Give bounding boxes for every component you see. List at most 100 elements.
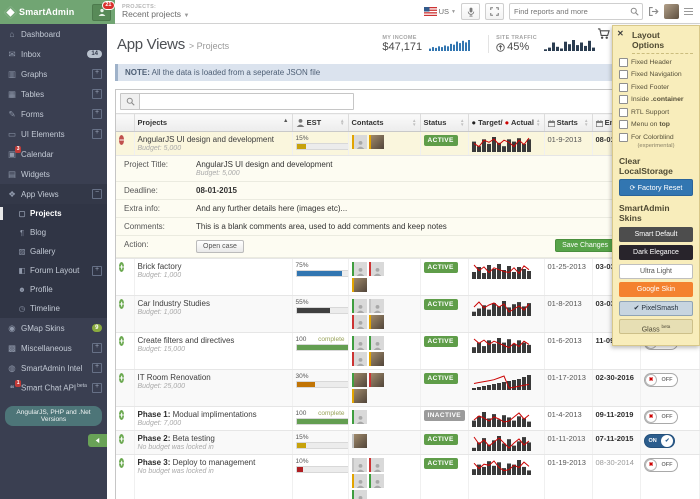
contact-avatar[interactable] — [352, 458, 367, 472]
contact-avatar[interactable] — [352, 336, 367, 350]
contact-avatar[interactable] — [352, 135, 367, 149]
layout-checkbox-rtl-support[interactable]: RTL Support — [619, 108, 693, 117]
expand-row-icon[interactable]: + — [119, 458, 124, 468]
sidebar-collapse-button[interactable] — [88, 434, 107, 447]
checkbox[interactable] — [619, 58, 628, 67]
sidebar-item-smartadmin-intel[interactable]: ◍SmartAdmin Intel+ — [0, 358, 107, 378]
project-selector[interactable]: Recent projects — [122, 9, 181, 19]
voice-command-button[interactable] — [461, 3, 480, 20]
checkbox[interactable] — [619, 133, 628, 142]
sidebar-item-miscellaneous[interactable]: ▩Miscellaneous+ — [0, 338, 107, 358]
sidebar-item-graphs[interactable]: ▥Graphs+ — [0, 64, 107, 84]
sidebar-item-dashboard[interactable]: ⌂Dashboard — [0, 24, 107, 44]
contact-avatar[interactable] — [352, 389, 367, 403]
language-selector[interactable]: US ▼ — [424, 7, 456, 16]
contact-avatar[interactable] — [352, 373, 367, 387]
expand-row-icon[interactable]: + — [119, 299, 124, 309]
user-avatar[interactable] — [664, 4, 679, 19]
expand-row-icon[interactable]: + — [119, 336, 124, 346]
expand-row-icon[interactable]: + — [119, 262, 124, 272]
search-input[interactable] — [510, 7, 630, 16]
contact-avatar[interactable] — [352, 262, 367, 276]
sidebar-item-calendar[interactable]: ▣3Calendar — [0, 144, 107, 164]
sidebar-item-tables[interactable]: ▦Tables+ — [0, 84, 107, 104]
skin-button-smart-default[interactable]: Smart Default — [619, 227, 693, 242]
contact-avatar[interactable] — [352, 315, 367, 329]
contact-avatar[interactable] — [352, 474, 367, 488]
column-header-target-actual[interactable]: ● Target/ ● Actual▲▼ — [468, 114, 544, 132]
factory-reset-button[interactable]: ⟳ Factory Reset — [619, 179, 693, 196]
checkbox[interactable] — [619, 83, 628, 92]
checkbox[interactable] — [619, 70, 628, 79]
search-icon[interactable] — [630, 7, 639, 16]
layout-checkbox-fixed-footer[interactable]: Fixed Footer — [619, 83, 693, 92]
contact-avatar[interactable] — [369, 299, 384, 313]
column-header-projects[interactable]: Projects▲ — [134, 114, 292, 132]
skin-button-ultra-light[interactable]: Ultra Light — [619, 264, 693, 279]
contact-avatar[interactable] — [369, 373, 384, 387]
contact-avatar[interactable] — [369, 458, 384, 472]
contact-avatar[interactable] — [352, 434, 367, 448]
collapse-row-icon[interactable]: − — [119, 135, 124, 145]
sidebar-item-app-views[interactable]: ❖App Views− — [0, 184, 107, 204]
expand-row-icon[interactable]: + — [119, 373, 124, 383]
sidebar-item-projects[interactable]: ▢Projects — [0, 204, 107, 223]
close-icon[interactable]: ✕ — [617, 30, 624, 38]
sidebar-item-gallery[interactable]: ▨Gallery — [0, 242, 107, 261]
layout-checkbox-inside[interactable]: Inside .container — [619, 95, 693, 104]
contact-avatar[interactable] — [369, 336, 384, 350]
contact-avatar[interactable] — [369, 474, 384, 488]
row-toggle-switch[interactable]: ✖OFF — [644, 410, 678, 424]
skin-button-google-skin[interactable]: Google Skin — [619, 282, 693, 297]
checkbox[interactable] — [619, 95, 628, 104]
sidebar-item-widgets[interactable]: ▤Widgets — [0, 164, 107, 184]
save-changes-button[interactable]: Save Changes — [555, 239, 615, 252]
contact-avatar[interactable] — [369, 135, 384, 149]
sidebar-item-forum-layout[interactable]: ◧Forum Layout+ — [0, 261, 107, 280]
column-header-contacts[interactable]: Contacts▲▼ — [348, 114, 420, 132]
column-header-starts[interactable]: Starts▲▼ — [544, 114, 592, 132]
row-toggle-switch[interactable]: ✖OFF — [644, 373, 678, 387]
sidebar-item-forms[interactable]: ✎Forms+ — [0, 104, 107, 124]
column-header-status[interactable]: Status▲▼ — [420, 114, 468, 132]
skin-button-dark-elegance[interactable]: Dark Elegance — [619, 245, 693, 260]
contact-avatar[interactable] — [352, 299, 367, 313]
fullscreen-button[interactable] — [485, 3, 504, 20]
status-badge: ACTIVE — [424, 373, 458, 384]
table-filter-input[interactable] — [140, 94, 353, 109]
contact-avatar[interactable] — [369, 315, 384, 329]
sidebar-item-gmap-skins[interactable]: ◉GMap Skins9 — [0, 318, 107, 338]
open-case-button[interactable]: Open case — [196, 240, 244, 253]
sidebar-item-blog[interactable]: ¶Blog — [0, 223, 107, 242]
activity-button[interactable]: 21 — [92, 4, 111, 21]
sidebar-item-profile[interactable]: ☻Profile — [0, 280, 107, 299]
checkbox[interactable] — [619, 108, 628, 117]
layout-checkbox-fixed-header[interactable]: Fixed Header — [619, 58, 693, 67]
layout-checkbox-fixed-navigation[interactable]: Fixed Navigation — [619, 70, 693, 79]
contact-avatar[interactable] — [369, 262, 384, 276]
cart-icon[interactable] — [597, 28, 610, 40]
checkbox[interactable] — [619, 120, 628, 129]
sidebar-item-smart-chat-api[interactable]: ❝1Smart Chat APIbeta+ — [0, 378, 107, 398]
skin-button-glass[interactable]: Glass beta — [619, 319, 693, 334]
expand-row-icon[interactable]: + — [119, 410, 124, 420]
sign-out-icon[interactable] — [648, 6, 659, 17]
sidebar-item-timeline[interactable]: ◷Timeline — [0, 299, 107, 318]
contact-avatar[interactable] — [352, 352, 367, 366]
menu-toggle-icon[interactable] — [684, 8, 693, 16]
project-selector-block[interactable]: PROJECTS: Recent projects ▼ — [122, 4, 189, 20]
contact-avatar[interactable] — [352, 278, 367, 292]
expand-row-icon[interactable]: + — [119, 434, 124, 444]
column-header-est[interactable]: EST▲▼ — [292, 114, 348, 132]
contact-avatar[interactable] — [369, 352, 384, 366]
contact-avatar[interactable] — [352, 490, 367, 499]
layout-checkbox-for-colorblind[interactable]: For Colorblind — [619, 133, 693, 142]
sidebar-item-inbox[interactable]: ✉Inbox14 — [0, 44, 107, 64]
row-toggle-switch[interactable]: ✖OFF — [644, 458, 678, 472]
sidebar-item-ui-elements[interactable]: ▭UI Elements+ — [0, 124, 107, 144]
contact-avatar[interactable] — [352, 410, 367, 424]
skin-button-pixelsmash[interactable]: ✔ PixelSmash — [619, 301, 693, 316]
layout-checkbox-menu-on[interactable]: Menu on top — [619, 120, 693, 129]
row-toggle-switch[interactable]: ON✔ — [644, 434, 675, 448]
versions-button[interactable]: AngularJS, PHP and .Net Versions — [5, 406, 102, 426]
